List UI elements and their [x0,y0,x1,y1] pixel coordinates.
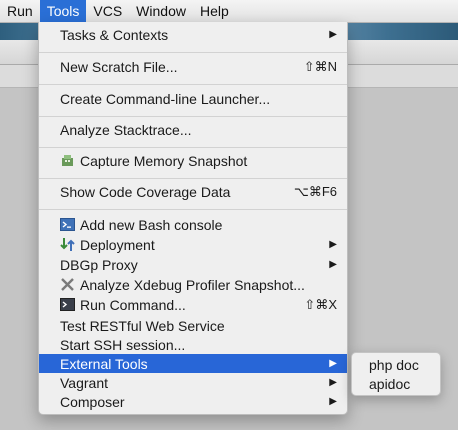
menu-separator [39,147,347,148]
menu-separator [39,116,347,117]
run-command-icon [60,297,75,312]
menu-item-label: Analyze Xdebug Profiler Snapshot... [80,276,305,293]
menu-separator [39,178,347,179]
menu-item-label: Test RESTful Web Service [60,317,225,334]
submenu-item-php-doc[interactable]: php doc [352,356,440,375]
menu-separator [39,209,347,210]
menu-item-label: New Scratch File... [60,58,178,75]
menu-separator [39,52,347,53]
menu-window[interactable]: Window [129,0,193,22]
menu-item-label: Add new Bash console [80,216,223,233]
submenu-arrow-icon: ▶ [329,239,337,250]
submenu-arrow-icon: ▶ [329,29,337,40]
menu-item-label: Composer [60,393,125,410]
shortcut-label: ⌥⌘F6 [293,183,337,199]
menu-item-test-restful[interactable]: Test RESTful Web Service [39,316,347,335]
menu-item-composer[interactable]: Composer ▶ [39,392,347,411]
menu-item-deployment[interactable]: Deployment ▶ [39,235,347,254]
menu-item-label: Analyze Stacktrace... [60,121,192,138]
menu-item-vagrant[interactable]: Vagrant ▶ [39,373,347,392]
memory-snapshot-icon [60,153,75,168]
menu-item-capture-memory-snapshot[interactable]: Capture Memory Snapshot [39,151,347,170]
menu-item-label: External Tools [60,355,148,372]
menu-help[interactable]: Help [193,0,236,22]
menu-tools[interactable]: Tools [39,0,87,22]
menu-item-external-tools[interactable]: External Tools ▶ [39,354,347,373]
shortcut-label: ⇧⌘X [304,296,337,312]
menu-item-label: Create Command-line Launcher... [60,90,271,107]
submenu-arrow-icon: ▶ [329,358,337,369]
submenu-arrow-icon: ▶ [329,259,337,270]
menu-item-analyze-xdebug-profiler[interactable]: Analyze Xdebug Profiler Snapshot... [39,275,347,294]
tools-menu: Tasks & Contexts ▶ New Scratch File... ⇧… [38,22,348,415]
menu-item-label: Capture Memory Snapshot [80,152,248,169]
menu-item-analyze-stacktrace[interactable]: Analyze Stacktrace... [39,120,347,139]
submenu-item-apidoc[interactable]: apidoc [352,375,440,394]
menu-run[interactable]: Run [0,0,40,22]
menu-item-label: Run Command... [80,296,186,313]
menu-vcs[interactable]: VCS [86,0,129,22]
menu-item-label: Vagrant [60,374,108,391]
external-tools-submenu: php doc apidoc [351,352,441,396]
menu-item-label: Start SSH session... [60,336,186,353]
shortcut-label: ⇧⌘N [303,58,337,74]
menu-item-add-bash-console[interactable]: Add new Bash console [39,215,347,234]
submenu-arrow-icon: ▶ [329,377,337,388]
menu-separator [39,84,347,85]
menu-item-new-scratch-file[interactable]: New Scratch File... ⇧⌘N [39,57,347,76]
menu-bar: Run Tools VCS Window Help [0,0,458,23]
menu-item-create-cmdline-launcher[interactable]: Create Command-line Launcher... [39,89,347,108]
menu-item-label: Deployment [80,236,155,253]
menu-item-tasks-contexts[interactable]: Tasks & Contexts ▶ [39,25,347,44]
deployment-icon [60,237,75,252]
submenu-arrow-icon: ▶ [329,396,337,407]
menu-item-start-ssh-session[interactable]: Start SSH session... [39,335,347,354]
menu-item-run-command[interactable]: Run Command... ⇧⌘X [39,295,347,314]
menu-item-label: Show Code Coverage Data [60,183,231,200]
menu-item-label: Tasks & Contexts [60,26,169,43]
menu-item-show-code-coverage[interactable]: Show Code Coverage Data ⌥⌘F6 [39,182,347,201]
menu-item-dbgp-proxy[interactable]: DBGp Proxy ▶ [39,255,347,274]
xdebug-icon [60,277,75,292]
terminal-icon [60,217,75,232]
menu-item-label: DBGp Proxy [60,256,138,273]
